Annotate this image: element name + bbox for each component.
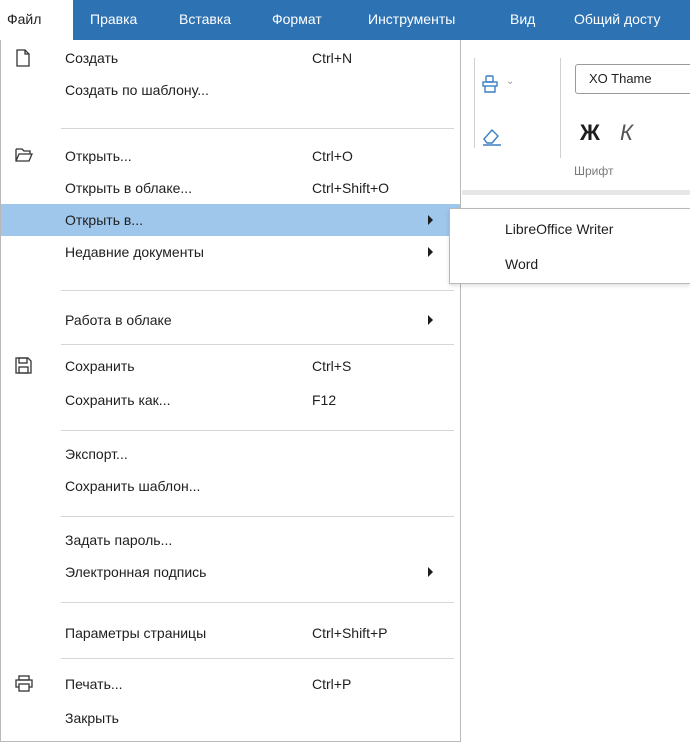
menu-item-label: Сохранить: [65, 358, 135, 374]
submenu-item-label: Word: [505, 256, 539, 272]
menu-item-label: Работа в облаке: [65, 312, 172, 328]
menu-separator: [61, 602, 454, 603]
save-icon: [15, 357, 32, 377]
bold-button[interactable]: Ж: [580, 120, 600, 146]
menu-bar: Файл Правка Вставка Формат Инструменты В…: [0, 0, 690, 40]
menu-separator: [61, 516, 454, 517]
new-document-icon: [15, 49, 31, 70]
menu-item-open[interactable]: Открыть... Ctrl+O: [1, 140, 460, 172]
menu-item-save[interactable]: Сохранить Ctrl+S: [1, 350, 460, 382]
chevron-down-icon[interactable]: ⌄: [506, 76, 514, 87]
menu-item-new-from-template[interactable]: Создать по шаблону...: [1, 74, 460, 106]
menu-item-label: Открыть в облаке...: [65, 180, 193, 196]
menu-item-open-in[interactable]: Открыть в...: [1, 204, 460, 236]
menu-item-label: Электронная подпись: [65, 564, 207, 580]
print-icon: [15, 675, 33, 695]
toolbar-divider: [560, 58, 561, 158]
menu-item-shortcut: Ctrl+S: [312, 358, 352, 374]
menu-item-label: Создать по шаблону...: [65, 82, 209, 98]
submenu-item-libreoffice-writer[interactable]: LibreOffice Writer: [450, 213, 690, 245]
menu-item-page-setup[interactable]: Параметры страницы Ctrl+Shift+P: [1, 617, 460, 649]
menu-item-shortcut: Ctrl+N: [312, 50, 353, 66]
submenu-item-label: LibreOffice Writer: [505, 221, 614, 237]
menu-item-shortcut: Ctrl+Shift+O: [312, 180, 390, 196]
menu-item-label: Недавние документы: [65, 244, 204, 260]
italic-button[interactable]: К: [620, 120, 633, 146]
menu-file[interactable]: Файл: [0, 0, 73, 40]
menu-separator: [61, 344, 454, 345]
format-painter-icon[interactable]: [480, 74, 500, 97]
menu-item-label: Открыть...: [65, 148, 132, 164]
menu-view[interactable]: Вид: [510, 0, 535, 40]
menu-item-label: Создать: [65, 50, 119, 66]
menu-item-set-password[interactable]: Задать пароль...: [1, 524, 460, 556]
menu-item-save-as[interactable]: Сохранить как... F12: [1, 384, 460, 416]
menu-item-shortcut: F12: [312, 392, 337, 408]
toolbar-bottom-border: [462, 190, 690, 195]
open-in-submenu: LibreOffice Writer Word: [449, 208, 690, 284]
menu-format[interactable]: Формат: [272, 0, 322, 40]
menu-item-label: Параметры страницы: [65, 625, 207, 641]
menu-item-save-template[interactable]: Сохранить шаблон...: [1, 470, 460, 502]
menu-separator: [61, 658, 454, 659]
folder-open-icon: [15, 147, 33, 166]
menu-item-close[interactable]: Закрыть: [1, 702, 460, 734]
submenu-item-word[interactable]: Word: [450, 248, 690, 280]
menu-edit[interactable]: Правка: [90, 0, 137, 40]
clear-format-icon[interactable]: [481, 126, 503, 149]
submenu-arrow-icon: [428, 315, 433, 325]
menu-item-label: Открыть в...: [65, 212, 143, 228]
toolbar-divider: [474, 58, 475, 148]
menu-item-shortcut: Ctrl+Shift+P: [312, 625, 388, 641]
menu-item-label: Сохранить как...: [65, 392, 171, 408]
menu-item-cloud-work[interactable]: Работа в облаке: [1, 304, 460, 336]
menu-item-shortcut: Ctrl+P: [312, 676, 352, 692]
menu-tools[interactable]: Инструменты: [368, 0, 455, 40]
menu-separator: [61, 128, 454, 129]
menu-item-recent[interactable]: Недавние документы: [1, 236, 460, 268]
submenu-arrow-icon: [428, 567, 433, 577]
menu-item-label: Задать пароль...: [65, 532, 173, 548]
font-group-label: Шрифт: [574, 164, 614, 178]
menu-item-digital-signature[interactable]: Электронная подпись: [1, 556, 460, 588]
menu-item-new[interactable]: Создать Ctrl+N: [1, 42, 460, 74]
menu-item-print[interactable]: Печать... Ctrl+P: [1, 668, 460, 700]
menu-item-shortcut: Ctrl+O: [312, 148, 353, 164]
font-name-field[interactable]: XO Thame: [575, 64, 690, 94]
menu-sharing[interactable]: Общий досту: [574, 0, 660, 40]
menu-separator: [61, 290, 454, 291]
menu-item-label: Закрыть: [65, 710, 119, 726]
menu-item-label: Сохранить шаблон...: [65, 478, 201, 494]
menu-item-label: Печать...: [65, 676, 123, 692]
menu-item-export[interactable]: Экспорт...: [1, 438, 460, 470]
menu-item-open-cloud[interactable]: Открыть в облаке... Ctrl+Shift+O: [1, 172, 460, 204]
menu-separator: [61, 430, 454, 431]
menu-insert[interactable]: Вставка: [179, 0, 231, 40]
submenu-arrow-icon: [428, 215, 433, 225]
menu-item-label: Экспорт...: [65, 446, 128, 462]
file-menu: Создать Ctrl+N Создать по шаблону... Отк…: [0, 40, 461, 742]
submenu-arrow-icon: [428, 247, 433, 257]
